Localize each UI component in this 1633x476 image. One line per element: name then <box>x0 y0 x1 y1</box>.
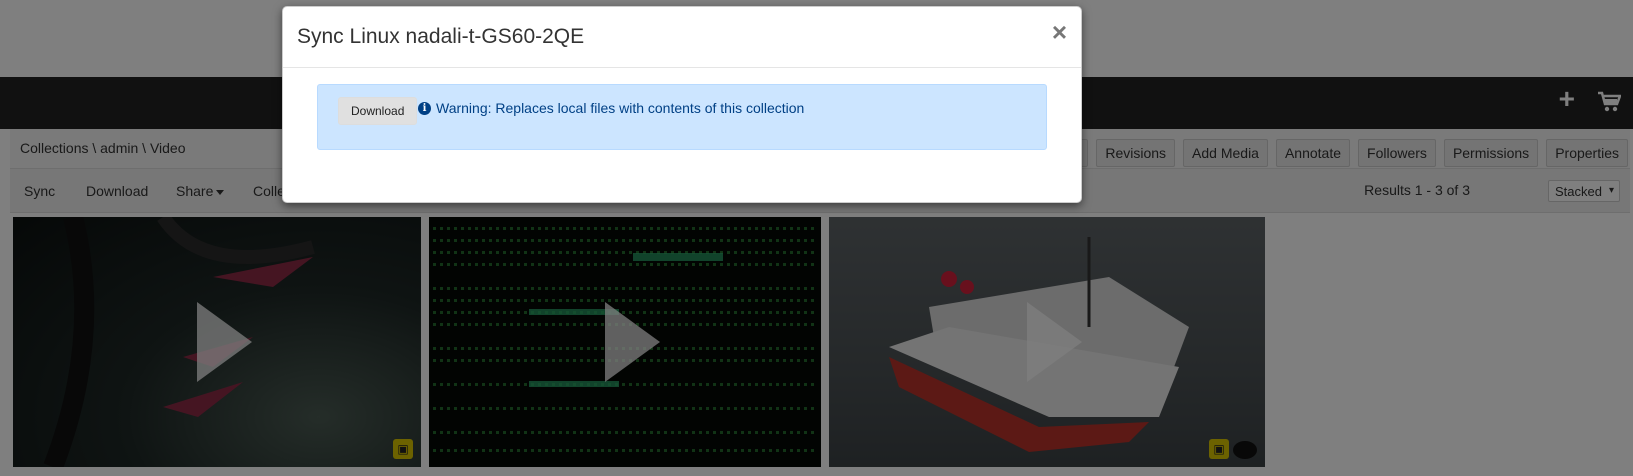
modal-title: Sync Linux nadali-t-GS60-2QE <box>297 25 585 48</box>
close-icon[interactable]: × <box>1052 19 1067 45</box>
info-icon: i <box>418 102 431 115</box>
modal-header: Sync Linux nadali-t-GS60-2QE × <box>283 7 1081 68</box>
warning-text: Warning: Replaces local files with conte… <box>436 100 805 116</box>
download-button[interactable]: Download <box>338 97 418 125</box>
sync-modal: Sync Linux nadali-t-GS60-2QE × Download … <box>282 6 1082 203</box>
warning-alert: Download i Warning: Replaces local files… <box>317 84 1047 150</box>
